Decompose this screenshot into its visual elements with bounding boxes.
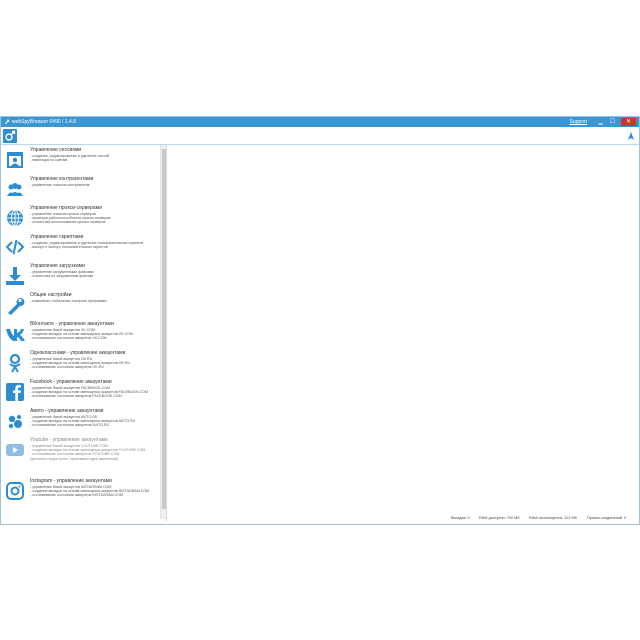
sidebar-item-title: Управление скриптами [30,234,84,240]
sidebar-item-title: Одноклассники - управление аккаунтами [30,350,126,356]
instagram-icon [6,482,24,500]
sidebar-item-title: Авито - управление аккаунтами [30,408,104,414]
sidebar-item-description: - управление загруженными файлами - стат… [30,270,94,279]
odnoklassniki-icon [9,353,21,373]
sidebar-item-description: - создание, редактирование и удаление по… [30,241,144,250]
users-icon [7,183,23,196]
toolbar [1,127,639,145]
sidebar-item-description: - управление базой аккаунтов OK.RU - соз… [30,357,131,370]
download-icon [6,267,24,285]
status-tabs: Вкладок: 0 [451,516,470,520]
youtube-icon [6,444,24,456]
wrench-icon [8,298,25,315]
status-proxy-connections: Прокси-соединений: 0 [587,516,627,520]
facebook-icon [6,383,24,401]
app-title-icon [4,119,10,125]
close-button[interactable]: ✕ [621,118,636,126]
vk-icon [6,329,25,341]
globe-icon [7,209,23,227]
sidebar-item-description: - изменение глобальных настроек программ… [30,299,107,303]
sidebar-item-description: - управление списком прокси-серверов - п… [30,212,111,225]
status-ram-available: RAM доступно: 700 Mб [479,516,520,520]
sidebar-item-description: - управление базой аккаунтов VK.COM - со… [30,328,133,341]
app-logo-icon[interactable] [3,129,17,143]
app-window: webSpyBrowser 0490 / 1.4.8 Support ▁ ☐ ✕… [0,116,640,525]
sidebar-item-title: Управление контрагентами [30,176,94,182]
window-title: webSpyBrowser 0490 / 1.4.8 [12,119,76,125]
sidebar-item-title: Facebook - управление аккаунтами [30,379,112,385]
sidebar-item-title: Управление сессиями [30,147,82,153]
avito-icon [8,415,22,429]
minimize-button[interactable]: ▁ [595,118,606,126]
sidebar-item-title: Instagram - управление аккаунтами [30,478,112,484]
sidebar-item-description: - создание, редактирование и удаление се… [30,154,110,163]
title-bar[interactable]: webSpyBrowser 0490 / 1.4.8 Support ▁ ☐ ✕ [1,117,639,127]
maximize-button[interactable]: ☐ [607,118,618,126]
sidebar-item-description: - управление базой аккаунтов FACEBOOK.CO… [30,386,148,399]
sidebar-item-title: Общие настройки [30,292,72,298]
sidebar: Управление сессиями - создание, редактиро… [1,145,167,521]
sidebar-item-description: - управление базой аккаунтов INSTAGRAM.C… [30,485,150,498]
sidebar-item-description: - управление списком контрагентов [30,183,90,187]
sidebar-item-title: Управление загрузками [30,263,85,269]
browser-window-icon [7,152,23,168]
sidebar-item-description: - управление базой аккаунтов YOUTUBE.COM… [30,444,146,461]
support-link[interactable]: Support [569,117,587,127]
cursor-icon[interactable] [626,131,636,141]
status-bar: Вкладок: 0 RAM доступно: 700 Mб RAM испо… [167,514,639,523]
sidebar-item-description: - управление базой аккаунтов AVITO.RU - … [30,415,136,428]
code-icon [5,239,25,255]
panel-splitter[interactable] [166,145,167,521]
status-ram-used: RAM используется: 122 Mб [529,516,577,520]
sidebar-item-title: Управление прокси-серверами [30,205,102,211]
sidebar-item-title: Youtube - управление аккаунтами [30,437,108,443]
sidebar-item-title: ВКонтакте - управление аккаунтами [30,321,114,327]
